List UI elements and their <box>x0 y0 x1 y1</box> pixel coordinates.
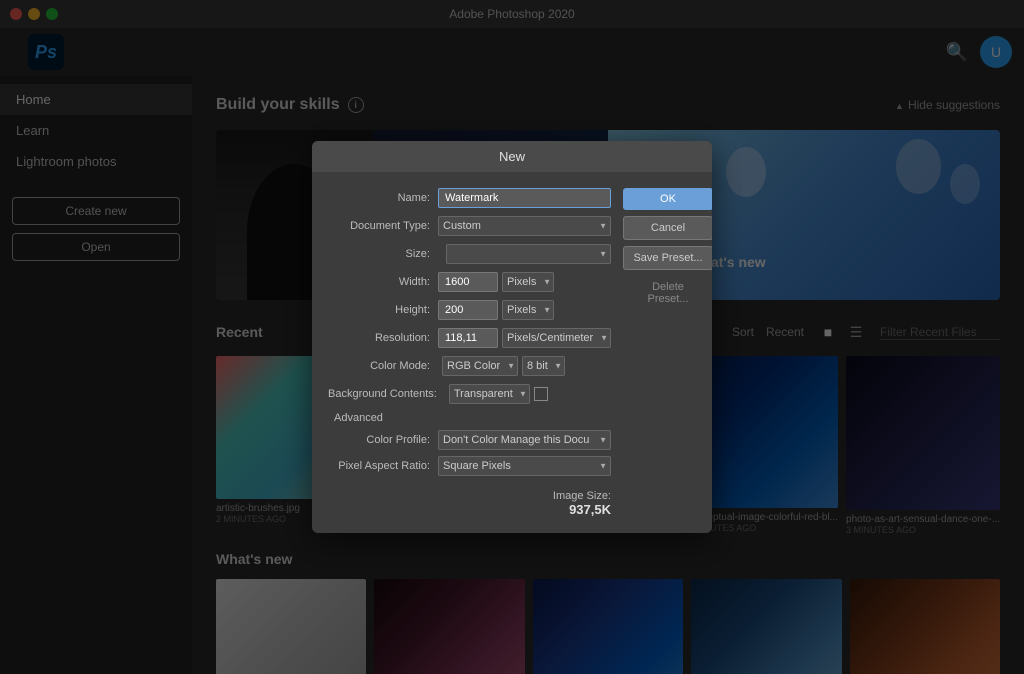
height-label: Height: <box>328 304 438 316</box>
height-row: Height: Pixels ▼ <box>328 300 611 320</box>
image-size-section: Image Size: 937,5K <box>328 482 611 517</box>
cancel-button[interactable]: Cancel <box>623 216 712 240</box>
advanced-section: Advanced Color Profile: Don't Color Mana… <box>328 412 611 517</box>
color-profile-row: Color Profile: Don't Color Manage this D… <box>328 430 611 450</box>
modal-overlay: New Name: Document Type: Custom ▼ <box>0 0 1024 674</box>
width-label: Width: <box>328 276 438 288</box>
bit-depth-select[interactable]: 8 bit <box>522 356 565 376</box>
bg-select-wrapper: Transparent ▼ <box>449 384 530 404</box>
ok-button[interactable]: OK <box>623 188 712 210</box>
width-unit-select[interactable]: Pixels <box>502 272 554 292</box>
resolution-label: Resolution: <box>328 332 438 344</box>
document-type-row: Document Type: Custom ▼ <box>328 216 611 236</box>
color-mode-label: Color Mode: <box>328 360 438 372</box>
bg-contents-row: Background Contents: Transparent ▼ <box>328 384 611 404</box>
dialog-buttons: OK Cancel Save Preset... Delete Preset..… <box>623 188 712 517</box>
pixel-aspect-label: Pixel Aspect Ratio: <box>328 460 438 472</box>
size-label: Size: <box>328 248 438 260</box>
save-preset-button[interactable]: Save Preset... <box>623 246 712 270</box>
resolution-unit-select[interactable]: Pixels/Centimeter <box>502 328 611 348</box>
height-unit-select-wrapper: Pixels ▼ <box>502 300 554 320</box>
bg-select[interactable]: Transparent <box>449 384 530 404</box>
doc-type-label: Document Type: <box>328 220 438 232</box>
height-input[interactable] <box>438 300 498 320</box>
pixel-aspect-select-wrapper: Square Pixels ▼ <box>438 456 611 476</box>
name-input[interactable] <box>438 188 611 208</box>
color-profile-select[interactable]: Don't Color Manage this Document <box>438 430 611 450</box>
height-unit-select[interactable]: Pixels <box>502 300 554 320</box>
new-document-dialog: New Name: Document Type: Custom ▼ <box>312 141 712 533</box>
resolution-input[interactable] <box>438 328 498 348</box>
width-row: Width: Pixels ▼ <box>328 272 611 292</box>
advanced-toggle[interactable]: Advanced <box>328 412 611 424</box>
resolution-row: Resolution: Pixels/Centimeter ▼ <box>328 328 611 348</box>
dialog-form: Name: Document Type: Custom ▼ Size: <box>328 188 611 517</box>
doc-type-select[interactable]: Custom <box>438 216 611 236</box>
size-select[interactable] <box>446 244 611 264</box>
dialog-body: Name: Document Type: Custom ▼ Size: <box>312 172 712 533</box>
delete-preset-button[interactable]: Delete Preset... <box>623 276 712 310</box>
size-select-wrapper: ▼ <box>446 244 611 264</box>
resolution-unit-wrapper: Pixels/Centimeter ▼ <box>502 328 611 348</box>
bg-swatch[interactable] <box>534 387 548 401</box>
doc-type-select-wrapper: Custom ▼ <box>438 216 611 236</box>
width-input[interactable] <box>438 272 498 292</box>
name-row: Name: <box>328 188 611 208</box>
pixel-aspect-select[interactable]: Square Pixels <box>438 456 611 476</box>
bit-depth-select-wrapper: 8 bit ▼ <box>522 356 565 376</box>
bg-label: Background Contents: <box>328 388 445 400</box>
color-mode-select[interactable]: RGB Color <box>442 356 518 376</box>
size-row: Size: ▼ <box>328 244 611 264</box>
name-label: Name: <box>328 192 438 204</box>
color-mode-row: Color Mode: RGB Color ▼ 8 bit ▼ <box>328 356 611 376</box>
color-profile-select-wrapper: Don't Color Manage this Document ▼ <box>438 430 611 450</box>
color-profile-label: Color Profile: <box>328 434 438 446</box>
width-unit-select-wrapper: Pixels ▼ <box>502 272 554 292</box>
dialog-title: New <box>312 141 712 172</box>
color-mode-select-wrapper: RGB Color ▼ <box>442 356 518 376</box>
pixel-aspect-row: Pixel Aspect Ratio: Square Pixels ▼ <box>328 456 611 476</box>
